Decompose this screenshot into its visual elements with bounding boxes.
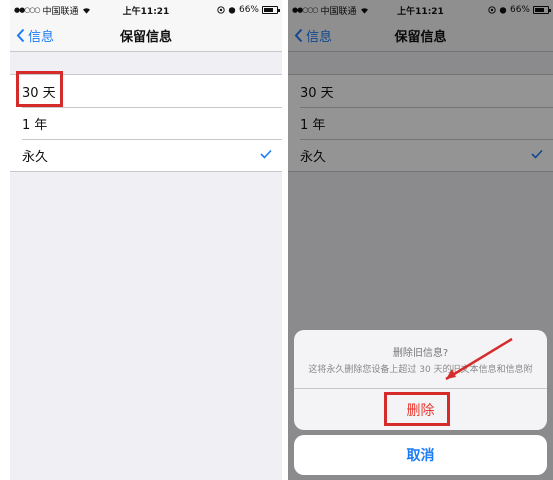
carrier-info: ●●○○○ 中国联通 — [14, 4, 91, 17]
navigation-bar: 信息 保留信息 — [10, 20, 282, 52]
cancel-button[interactable]: 取消 — [294, 435, 547, 475]
chevron-left-icon — [16, 28, 25, 43]
action-sheet-title: 删除旧信息? — [392, 348, 449, 359]
back-label: 信息 — [28, 30, 55, 45]
option-30-days[interactable]: 30 天 — [10, 75, 282, 107]
option-label: 1 年 — [22, 117, 48, 133]
option-label: 永久 — [22, 149, 49, 165]
alarm-icon — [228, 7, 236, 14]
option-label: 30 天 — [22, 85, 56, 101]
phone-screen-settings: ●●○○○ 中国联通 上午11:21 66% 信息 保留信息 30 天 1 年 … — [10, 0, 282, 480]
battery-icon — [262, 6, 280, 14]
carrier-name: 中国联通 — [42, 6, 79, 17]
wifi-icon — [82, 7, 90, 14]
signal-strength: ●●○○○ — [14, 6, 41, 14]
retention-options-list: 30 天 1 年 永久 — [10, 74, 282, 172]
status-bar: ●●○○○ 中国联通 上午11:21 66% — [10, 0, 282, 20]
option-1-year[interactable]: 1 年 — [10, 107, 282, 139]
status-right: 66% — [217, 5, 280, 15]
action-sheet: 删除旧信息? 这将永久删除您设备上超过 30 天的旧文本信息和信息附 删除 — [294, 330, 547, 430]
battery-percent: 66% — [238, 5, 259, 15]
back-button[interactable]: 信息 — [16, 26, 54, 45]
checkmark-icon — [260, 149, 272, 159]
delete-button[interactable]: 删除 — [294, 389, 547, 430]
phone-screen-delete-confirm: ●●○○○ 中国联通 上午11:21 66% 信息 保留信息 30 天 1 年 … — [288, 0, 553, 480]
action-sheet-message: 这将永久删除您设备上超过 30 天的旧文本信息和信息附 — [308, 365, 533, 375]
option-forever[interactable]: 永久 — [10, 139, 282, 171]
location-icon — [217, 6, 225, 14]
